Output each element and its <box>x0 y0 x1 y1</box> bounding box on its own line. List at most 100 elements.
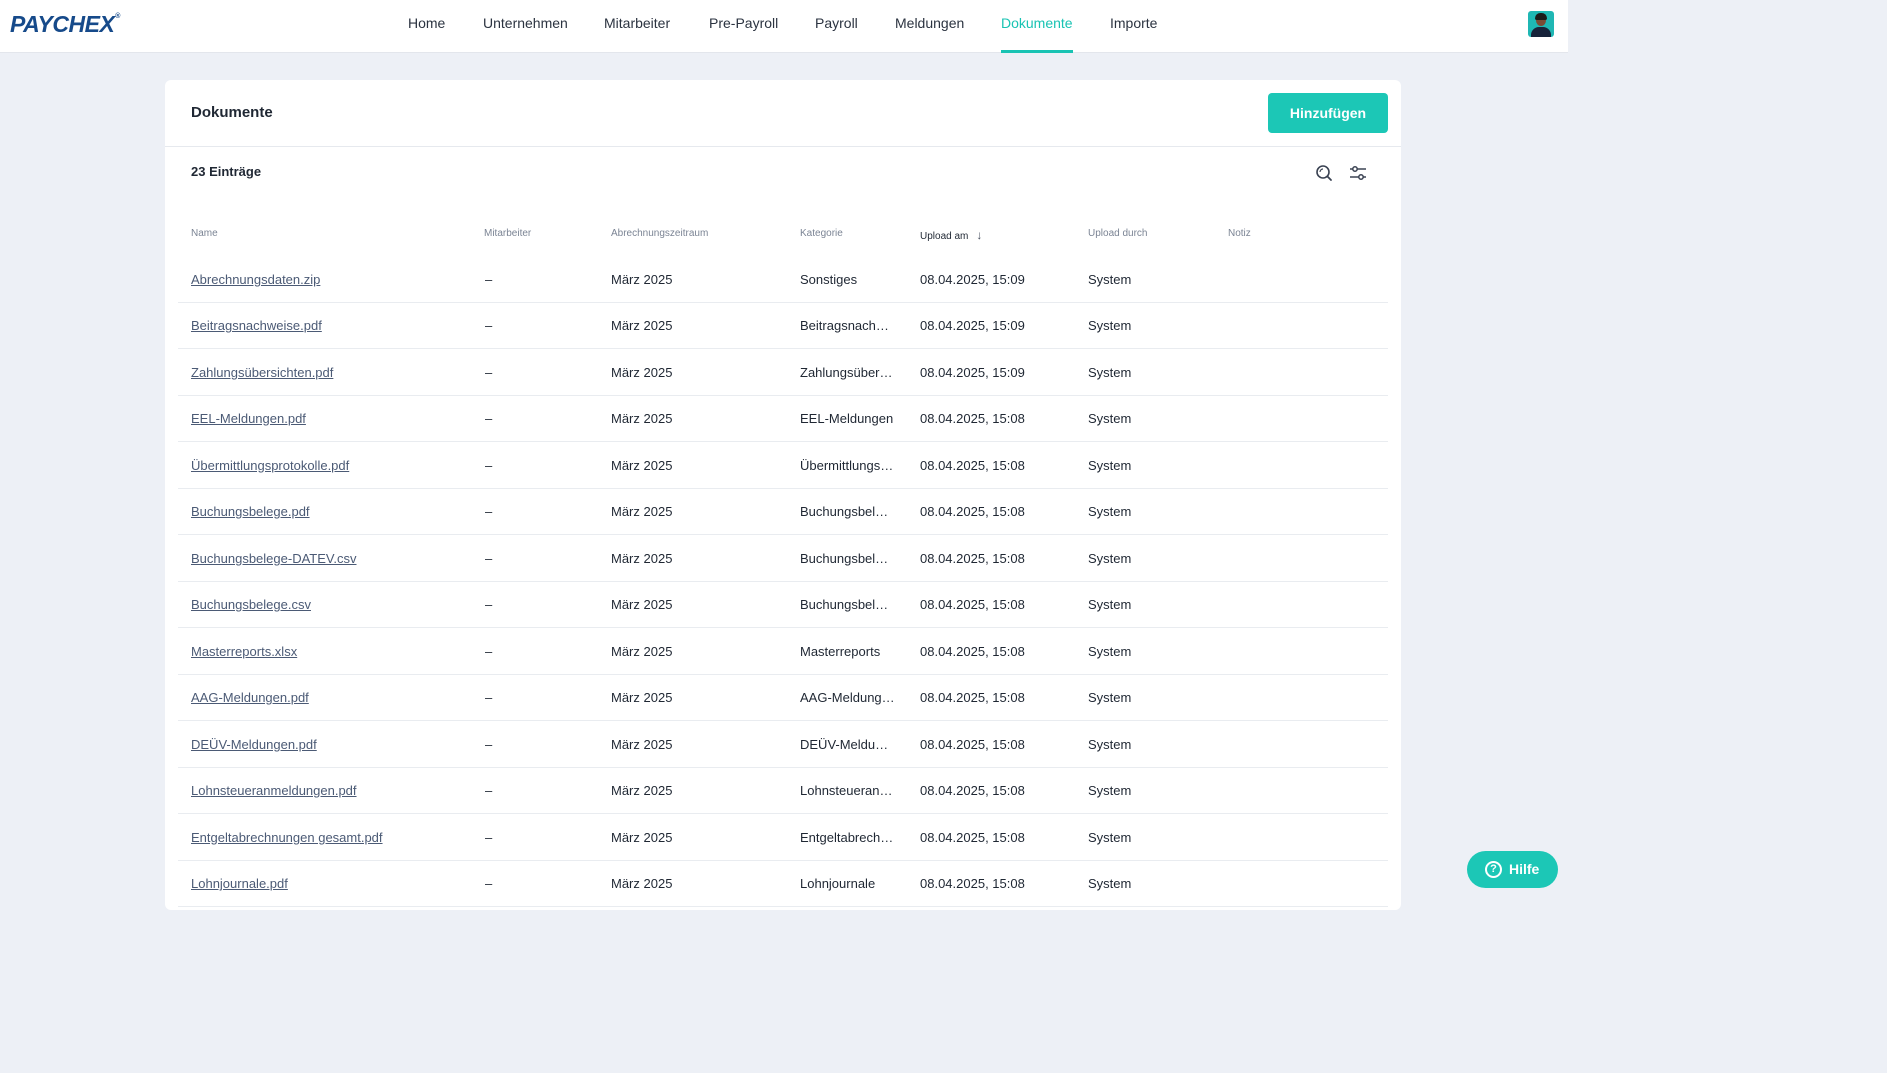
table-row[interactable]: Masterreports.xlsx – März 2025 Masterrep… <box>178 629 1388 675</box>
nav-item-importe[interactable]: Importe <box>1110 0 1157 53</box>
document-name-link[interactable]: DEÜV-Meldungen.pdf <box>191 722 471 768</box>
uploaded-by-cell: System <box>1088 365 1132 380</box>
employee-cell: – <box>485 876 493 891</box>
period-cell: März 2025 <box>611 272 673 287</box>
filter-sliders-icon[interactable] <box>1348 163 1368 183</box>
upload-date-cell: 08.04.2025, 15:09 <box>920 272 1025 287</box>
uploaded-by-cell: System <box>1088 830 1132 845</box>
nav-item-pre-payroll[interactable]: Pre-Payroll <box>709 0 778 53</box>
category-cell: Lohnsteueran… <box>800 783 893 798</box>
table-row[interactable]: AAG-Meldungen.pdf – März 2025 AAG-Meldun… <box>178 675 1388 721</box>
nav-item-payroll[interactable]: Payroll <box>815 0 858 53</box>
upload-date-cell: 08.04.2025, 15:08 <box>920 458 1025 473</box>
note-cell <box>1228 582 1368 628</box>
uploaded-by-cell: System <box>1088 458 1132 473</box>
category-cell: Buchungsbele… <box>800 551 895 566</box>
table-row[interactable]: Zahlungsübersichten.pdf – März 2025 Zahl… <box>178 350 1388 396</box>
upload-date-cell: 08.04.2025, 15:08 <box>920 504 1025 519</box>
table-row[interactable]: DEÜV-Meldungen.pdf – März 2025 DEÜV-Meld… <box>178 722 1388 768</box>
avatar-hair <box>1535 13 1547 20</box>
document-name-link[interactable]: Lohnsteueranmeldungen.pdf <box>191 768 471 814</box>
employee-cell: – <box>485 411 493 426</box>
note-cell <box>1228 350 1368 396</box>
document-name-link[interactable]: Buchungsbelege.pdf <box>191 489 471 535</box>
help-label: Hilfe <box>1509 861 1540 877</box>
table-row[interactable]: Buchungsbelege.pdf – März 2025 Buchungsb… <box>178 489 1388 535</box>
table-row[interactable]: Abrechnungsdaten.zip – März 2025 Sonstig… <box>178 257 1388 303</box>
upload-date-cell: 08.04.2025, 15:09 <box>920 318 1025 333</box>
category-cell: Lohnjournale <box>800 876 876 891</box>
column-header-name[interactable]: Name <box>191 228 218 239</box>
nav-item-dokumente[interactable]: Dokumente <box>1001 0 1073 53</box>
card-header: Dokumente Hinzufügen <box>165 80 1401 147</box>
employee-cell: – <box>485 597 493 612</box>
document-name-link[interactable]: Buchungsbelege-DATEV.csv <box>191 536 471 582</box>
search-icon[interactable] <box>1314 163 1334 183</box>
table-row[interactable]: Entgeltabrechnungen gesamt.pdf – März 20… <box>178 815 1388 861</box>
nav-item-meldungen[interactable]: Meldungen <box>895 0 964 53</box>
upload-date-cell: 08.04.2025, 15:08 <box>920 876 1025 891</box>
table-row[interactable]: Lohnjournale.pdf – März 2025 Lohnjournal… <box>178 861 1388 907</box>
uploaded-by-cell: System <box>1088 876 1132 891</box>
column-header-mitarbeiter[interactable]: Mitarbeiter <box>484 228 531 239</box>
column-header-upload-am-label: Upload am <box>920 231 969 242</box>
period-cell: März 2025 <box>611 318 673 333</box>
column-header-upload-durch[interactable]: Upload durch <box>1088 228 1147 239</box>
document-name-link[interactable]: Beitragsnachweise.pdf <box>191 303 471 349</box>
document-name-link[interactable]: EEL-Meldungen.pdf <box>191 396 471 442</box>
upload-date-cell: 08.04.2025, 15:08 <box>920 783 1025 798</box>
category-cell: DEÜV-Meldun… <box>800 737 895 752</box>
table-row[interactable]: Übermittlungsprotokolle.pdf – März 2025 … <box>178 443 1388 489</box>
column-header-kategorie[interactable]: Kategorie <box>800 228 843 239</box>
upload-date-cell: 08.04.2025, 15:09 <box>920 365 1025 380</box>
uploaded-by-cell: System <box>1088 783 1132 798</box>
category-cell: Buchungsbele… <box>800 597 895 612</box>
upload-date-cell: 08.04.2025, 15:08 <box>920 411 1025 426</box>
column-header-notiz[interactable]: Notiz <box>1228 228 1251 239</box>
document-name-link[interactable]: Zahlungsübersichten.pdf <box>191 350 471 396</box>
nav-item-mitarbeiter[interactable]: Mitarbeiter <box>604 0 670 53</box>
document-name-link[interactable]: Masterreports.xlsx <box>191 629 471 675</box>
note-cell <box>1228 722 1368 768</box>
table-row[interactable]: Lohnsteueranmeldungen.pdf – März 2025 Lo… <box>178 768 1388 814</box>
avatar-body <box>1531 27 1551 37</box>
table-row[interactable]: Buchungsbelege-DATEV.csv – März 2025 Buc… <box>178 536 1388 582</box>
note-cell <box>1228 815 1368 861</box>
add-document-button[interactable]: Hinzufügen <box>1268 93 1388 133</box>
uploaded-by-cell: System <box>1088 411 1132 426</box>
user-avatar[interactable] <box>1528 11 1554 37</box>
note-cell <box>1228 768 1368 814</box>
page-title: Dokumente <box>191 104 273 121</box>
nav-item-unternehmen[interactable]: Unternehmen <box>483 0 568 53</box>
note-cell <box>1228 303 1368 349</box>
main-nav: Home Unternehmen Mitarbeiter Pre-Payroll… <box>0 0 1568 53</box>
category-cell: Zahlungsüber… <box>800 365 893 380</box>
document-name-link[interactable]: Abrechnungsdaten.zip <box>191 257 471 303</box>
nav-item-home[interactable]: Home <box>408 0 445 53</box>
upload-date-cell: 08.04.2025, 15:08 <box>920 737 1025 752</box>
document-name-link[interactable]: Buchungsbelege.csv <box>191 582 471 628</box>
period-cell: März 2025 <box>611 690 673 705</box>
category-cell: Sonstiges <box>800 272 858 287</box>
note-cell <box>1228 396 1368 442</box>
table-row[interactable]: Buchungsbelege.csv – März 2025 Buchungsb… <box>178 582 1388 628</box>
table-row[interactable]: Beitragsnachweise.pdf – März 2025 Beitra… <box>178 303 1388 349</box>
employee-cell: – <box>485 690 493 705</box>
document-name-link[interactable]: AAG-Meldungen.pdf <box>191 675 471 721</box>
documents-card: Dokumente Hinzufügen 23 Einträge Name Mi… <box>165 80 1401 910</box>
help-button[interactable]: ? Hilfe <box>1467 851 1558 888</box>
document-name-link[interactable]: Lohnjournale.pdf <box>191 861 471 907</box>
document-name-link[interactable]: Entgeltabrechnungen gesamt.pdf <box>191 815 471 861</box>
uploaded-by-cell: System <box>1088 318 1132 333</box>
employee-cell: – <box>485 644 493 659</box>
category-cell: Entgeltabrech… <box>800 830 894 845</box>
period-cell: März 2025 <box>611 830 673 845</box>
document-name-link[interactable]: Übermittlungsprotokolle.pdf <box>191 443 471 489</box>
period-cell: März 2025 <box>611 365 673 380</box>
column-header-upload-am[interactable]: Upload am ↓ <box>920 228 982 242</box>
column-header-abrechnungszeitraum[interactable]: Abrechnungszeitraum <box>611 228 708 239</box>
employee-cell: – <box>485 458 493 473</box>
employee-cell: – <box>485 737 493 752</box>
period-cell: März 2025 <box>611 504 673 519</box>
table-row[interactable]: EEL-Meldungen.pdf – März 2025 EEL-Meldun… <box>178 396 1388 442</box>
